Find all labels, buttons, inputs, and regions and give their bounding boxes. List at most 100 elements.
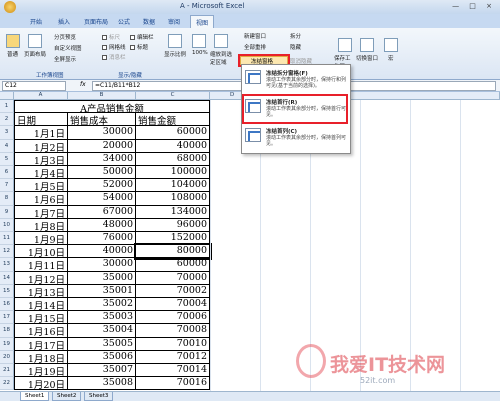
row-header[interactable]: 21 — [0, 364, 14, 378]
column-header-c[interactable]: C — [136, 92, 210, 100]
row-header[interactable]: 14 — [0, 271, 14, 285]
table-cell[interactable]: 80000 — [134, 243, 212, 261]
table-cell[interactable]: 34000 — [68, 152, 136, 166]
fx-icon[interactable]: fx — [80, 81, 86, 88]
table-cell[interactable]: 35008 — [68, 377, 136, 391]
page-layout-icon[interactable] — [28, 34, 42, 48]
row-header[interactable]: 15 — [0, 284, 14, 298]
zoom-selection-icon[interactable] — [214, 34, 228, 48]
hide-button[interactable]: 隐藏 — [290, 43, 301, 51]
table-cell[interactable]: 70004 — [136, 298, 210, 312]
table-cell[interactable]: 1月2日 — [14, 139, 68, 153]
table-cell[interactable]: 70002 — [136, 284, 210, 298]
tab-page-layout[interactable]: 页面布局 — [84, 17, 108, 26]
table-cell[interactable]: 134000 — [136, 205, 210, 219]
select-all-corner[interactable] — [0, 92, 14, 100]
table-cell[interactable]: 70006 — [136, 311, 210, 325]
table-cell[interactable]: 1月12日 — [14, 271, 68, 285]
window-controls[interactable]: — □ × — [452, 2, 496, 10]
name-box[interactable]: C12 — [2, 81, 66, 91]
table-cell[interactable]: 1月16日 — [14, 324, 68, 338]
table-cell[interactable]: 40000 — [68, 245, 136, 259]
row-header[interactable]: 2 — [0, 113, 14, 127]
tab-review[interactable]: 审阅 — [168, 17, 180, 26]
table-cell[interactable]: 1月9日 — [14, 232, 68, 246]
column-header-b[interactable]: B — [68, 92, 136, 100]
sheet-tab-2[interactable]: Sheet2 — [52, 392, 82, 401]
header-cell[interactable]: 销售成本 — [68, 113, 136, 127]
table-cell[interactable]: 60000 — [136, 126, 210, 140]
switch-windows-button[interactable]: 切换窗口 — [356, 54, 378, 62]
row-header[interactable]: 5 — [0, 152, 14, 166]
row-header[interactable]: 16 — [0, 298, 14, 312]
table-cell[interactable]: 52000 — [68, 179, 136, 193]
zoom-icon[interactable] — [168, 34, 182, 48]
table-cell[interactable]: 70014 — [136, 364, 210, 378]
menu-item-freeze-first-column[interactable]: 冻结首列(C) 滚动工作表其余部分时，保持首列可见。 — [242, 125, 352, 153]
table-cell[interactable]: 1月4日 — [14, 166, 68, 180]
table-cell[interactable]: 1月19日 — [14, 364, 68, 378]
table-cell[interactable]: 1月13日 — [14, 284, 68, 298]
normal-view-icon[interactable] — [6, 34, 20, 48]
switch-windows-icon[interactable] — [360, 38, 374, 52]
table-cell[interactable]: 40000 — [136, 139, 210, 153]
table-cell[interactable]: 96000 — [136, 218, 210, 232]
row-header[interactable]: 7 — [0, 179, 14, 193]
row-header[interactable]: 22 — [0, 377, 14, 391]
table-cell[interactable]: 1月3日 — [14, 152, 68, 166]
header-cell[interactable]: 销售金额 — [136, 113, 210, 127]
row-header[interactable]: 12 — [0, 245, 14, 259]
table-cell[interactable]: 48000 — [68, 218, 136, 232]
headings-checkbox[interactable]: 标题 — [130, 43, 148, 51]
table-cell[interactable]: 1月17日 — [14, 337, 68, 351]
table-cell[interactable]: 35000 — [68, 271, 136, 285]
save-workspace-icon[interactable] — [338, 38, 352, 52]
normal-view-button[interactable]: 普通 — [7, 50, 18, 58]
table-cell[interactable]: 35007 — [68, 364, 136, 378]
macros-button[interactable]: 宏 — [388, 54, 394, 62]
page-layout-button[interactable]: 页面布局 — [24, 50, 46, 58]
header-cell[interactable]: 日期 — [14, 113, 68, 127]
row-header[interactable]: 4 — [0, 139, 14, 153]
arrange-all-button[interactable]: 全部重排 — [244, 43, 266, 51]
table-cell[interactable]: 104000 — [136, 179, 210, 193]
table-cell[interactable]: 68000 — [136, 152, 210, 166]
table-cell[interactable]: 1月10日 — [14, 245, 68, 259]
split-button[interactable]: 拆分 — [290, 32, 301, 40]
table-cell[interactable]: 35004 — [68, 324, 136, 338]
ruler-checkbox[interactable]: 标尺 — [102, 33, 120, 41]
table-cell[interactable]: 54000 — [68, 192, 136, 206]
table-cell[interactable]: 1月8日 — [14, 218, 68, 232]
table-cell[interactable]: 1月20日 — [14, 377, 68, 391]
table-cell[interactable]: 1月14日 — [14, 298, 68, 312]
table-cell[interactable]: 35006 — [68, 350, 136, 364]
full-screen-button[interactable]: 全屏显示 — [54, 55, 76, 63]
office-button[interactable] — [4, 1, 16, 13]
table-cell[interactable]: 35001 — [68, 284, 136, 298]
custom-views-button[interactable]: 自定义视图 — [54, 44, 82, 52]
table-cell[interactable]: 1月6日 — [14, 192, 68, 206]
column-header-a[interactable]: A — [14, 92, 68, 100]
table-cell[interactable]: 70008 — [136, 324, 210, 338]
table-cell[interactable]: 1月18日 — [14, 350, 68, 364]
row-header[interactable]: 19 — [0, 337, 14, 351]
table-cell[interactable]: 35003 — [68, 311, 136, 325]
menu-item-freeze-panes[interactable]: 冻结拆分窗格(F) 滚动工作表其余部分时，保持行和列可见(基于当前的选择)。 — [242, 67, 352, 95]
row-header[interactable]: 1 — [0, 100, 14, 114]
row-header[interactable]: 3 — [0, 126, 14, 140]
row-header[interactable]: 8 — [0, 192, 14, 206]
table-cell[interactable]: 30000 — [68, 126, 136, 140]
zoom-100-button[interactable]: 100% — [192, 50, 208, 56]
table-cell[interactable]: 67000 — [68, 205, 136, 219]
tab-home[interactable]: 开始 — [30, 17, 42, 26]
table-cell[interactable]: 60000 — [136, 258, 210, 272]
table-cell[interactable]: 35002 — [68, 298, 136, 312]
table-cell[interactable]: 70000 — [136, 271, 210, 285]
edit-bar-checkbox[interactable]: 编辑栏 — [130, 33, 154, 41]
table-cell[interactable]: 152000 — [136, 232, 210, 246]
table-cell[interactable]: 70012 — [136, 350, 210, 364]
message-bar-checkbox[interactable]: 消息栏 — [102, 53, 126, 61]
table-cell[interactable]: 30000 — [68, 258, 136, 272]
table-cell[interactable]: 1月1日 — [14, 126, 68, 140]
table-cell[interactable]: 1月7日 — [14, 205, 68, 219]
